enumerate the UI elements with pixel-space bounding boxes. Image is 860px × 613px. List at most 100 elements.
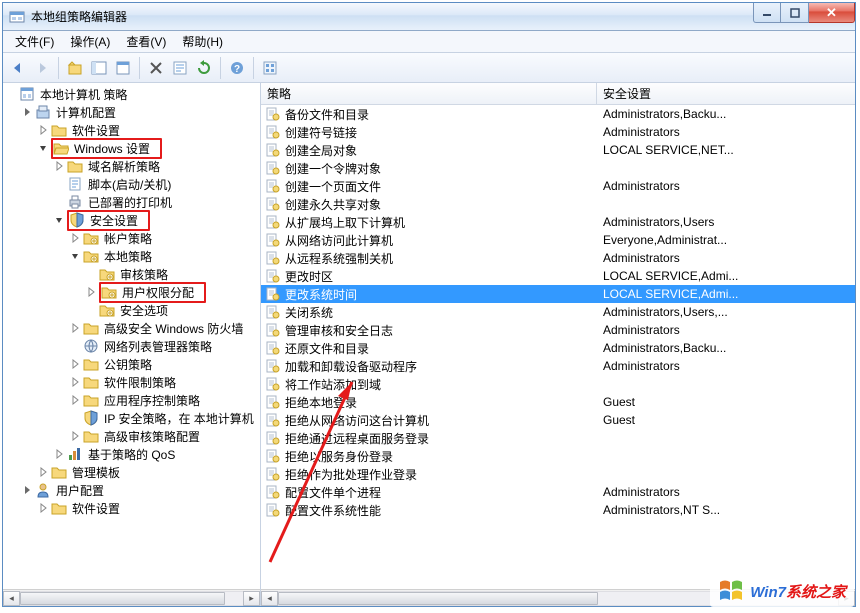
expander-icon[interactable] bbox=[69, 232, 81, 244]
node-label: 脚本(启动/关机) bbox=[86, 176, 173, 193]
back-button[interactable] bbox=[7, 57, 29, 79]
tree-node-user_rights[interactable]: 用户权限分配 bbox=[5, 283, 260, 301]
expander-icon[interactable] bbox=[69, 430, 81, 442]
tree-node-user_config[interactable]: 用户配置 bbox=[5, 481, 260, 499]
expander-icon[interactable] bbox=[37, 502, 49, 514]
refresh-button[interactable] bbox=[193, 57, 215, 79]
up-button[interactable] bbox=[64, 57, 86, 79]
expander-icon[interactable] bbox=[69, 358, 81, 370]
export-list-button[interactable] bbox=[112, 57, 134, 79]
menu-help[interactable]: 帮助(H) bbox=[174, 31, 231, 52]
scroll-left-arrow[interactable]: ◂ bbox=[261, 591, 278, 606]
title-bar[interactable]: 本地组策略编辑器 ✕ bbox=[3, 3, 855, 31]
expander-icon[interactable] bbox=[53, 160, 65, 172]
expander-icon[interactable] bbox=[69, 250, 81, 262]
tree-node-security[interactable]: 安全设置 bbox=[5, 211, 260, 229]
col-header-policy[interactable]: 策略 bbox=[261, 83, 597, 104]
policy-row[interactable]: 创建永久共享对象 bbox=[261, 195, 855, 213]
expander-icon[interactable] bbox=[53, 448, 65, 460]
policy-row[interactable]: 更改系统时间LOCAL SERVICE,Admi... bbox=[261, 285, 855, 303]
tree-node-windows_settings[interactable]: Windows 设置 bbox=[5, 139, 260, 157]
tree-node-netlist[interactable]: 网络列表管理器策略 bbox=[5, 337, 260, 355]
policy-row[interactable]: 创建一个页面文件Administrators bbox=[261, 177, 855, 195]
minimize-button[interactable] bbox=[753, 3, 781, 23]
tree-node-name_res[interactable]: 域名解析策略 bbox=[5, 157, 260, 175]
policy-row[interactable]: 创建全局对象LOCAL SERVICE,NET... bbox=[261, 141, 855, 159]
policy-row[interactable]: 拒绝作为批处理作业登录 bbox=[261, 465, 855, 483]
menu-view[interactable]: 查看(V) bbox=[118, 31, 174, 52]
policy-row[interactable]: 配置文件系统性能Administrators,NT S... bbox=[261, 501, 855, 519]
policy-label: 更改系统时间 bbox=[285, 286, 357, 303]
expander-icon[interactable] bbox=[37, 466, 49, 478]
policy-setting: Administrators,Backu... bbox=[597, 107, 855, 121]
policy-label: 更改时区 bbox=[285, 268, 333, 285]
tree-node-user_software[interactable]: 软件设置 bbox=[5, 499, 260, 517]
policy-row[interactable]: 从远程系统强制关机Administrators bbox=[261, 249, 855, 267]
scroll-left-arrow[interactable]: ◂ bbox=[3, 591, 20, 606]
policy-row[interactable]: 加载和卸载设备驱动程序Administrators bbox=[261, 357, 855, 375]
policy-row[interactable]: 备份文件和目录Administrators,Backu... bbox=[261, 105, 855, 123]
expander-icon[interactable] bbox=[21, 484, 33, 496]
forward-button[interactable] bbox=[31, 57, 53, 79]
expander-icon[interactable] bbox=[85, 286, 97, 298]
properties-button[interactable] bbox=[169, 57, 191, 79]
maximize-button[interactable] bbox=[781, 3, 809, 23]
policy-icon bbox=[265, 197, 281, 211]
list-body[interactable]: 备份文件和目录Administrators,Backu...创建符号链接Admi… bbox=[261, 105, 855, 589]
policy-row[interactable]: 关闭系统Administrators,Users,... bbox=[261, 303, 855, 321]
expander-icon[interactable] bbox=[69, 322, 81, 334]
tree-node-computer_config[interactable]: 计算机配置 bbox=[5, 103, 260, 121]
scroll-thumb[interactable] bbox=[20, 592, 225, 605]
policy-icon bbox=[265, 485, 281, 499]
expander-icon[interactable] bbox=[37, 142, 49, 154]
tree-node-adv_audit[interactable]: 高级审核策略配置 bbox=[5, 427, 260, 445]
scroll-right-arrow[interactable]: ▸ bbox=[243, 591, 260, 606]
menu-file[interactable]: 文件(F) bbox=[7, 31, 62, 52]
expander-icon[interactable] bbox=[53, 214, 65, 226]
help-button[interactable]: ? bbox=[226, 57, 248, 79]
action-button[interactable] bbox=[259, 57, 281, 79]
tree-node-ipsec[interactable]: IP 安全策略，在 本地计算机 bbox=[5, 409, 260, 427]
expander-icon[interactable] bbox=[69, 394, 81, 406]
policy-row[interactable]: 将工作站添加到域 bbox=[261, 375, 855, 393]
delete-button[interactable] bbox=[145, 57, 167, 79]
tree-node-software_restrict[interactable]: 软件限制策略 bbox=[5, 373, 260, 391]
tree-node-software_settings[interactable]: 软件设置 bbox=[5, 121, 260, 139]
policy-row[interactable]: 拒绝通过远程桌面服务登录 bbox=[261, 429, 855, 447]
left-hscrollbar[interactable]: ◂ ▸ bbox=[3, 589, 260, 606]
menu-action[interactable]: 操作(A) bbox=[62, 31, 118, 52]
show-hide-tree-button[interactable] bbox=[88, 57, 110, 79]
expander-icon[interactable] bbox=[21, 106, 33, 118]
tree-node-root[interactable]: 本地计算机 策略 bbox=[5, 85, 260, 103]
policy-row[interactable]: 从扩展坞上取下计算机Administrators,Users bbox=[261, 213, 855, 231]
close-button[interactable]: ✕ bbox=[809, 3, 855, 23]
tree-node-audit_policy[interactable]: 审核策略 bbox=[5, 265, 260, 283]
expander-icon[interactable] bbox=[37, 124, 49, 136]
tree-node-security_options[interactable]: 安全选项 bbox=[5, 301, 260, 319]
policy-row[interactable]: 从网络访问此计算机Everyone,Administrat... bbox=[261, 231, 855, 249]
scroll-thumb[interactable] bbox=[278, 592, 598, 605]
col-header-setting[interactable]: 安全设置 bbox=[597, 83, 855, 104]
tree-node-admin_templates[interactable]: 管理模板 bbox=[5, 463, 260, 481]
policy-row[interactable]: 更改时区LOCAL SERVICE,Admi... bbox=[261, 267, 855, 285]
tree-view[interactable]: 本地计算机 策略计算机配置软件设置Windows 设置域名解析策略脚本(启动/关… bbox=[3, 83, 260, 589]
policy-row[interactable]: 创建一个令牌对象 bbox=[261, 159, 855, 177]
tree-node-adv_firewall[interactable]: 高级安全 Windows 防火墙 bbox=[5, 319, 260, 337]
tree-node-qos[interactable]: 基于策略的 QoS bbox=[5, 445, 260, 463]
policy-row[interactable]: 还原文件和目录Administrators,Backu... bbox=[261, 339, 855, 357]
policy-row[interactable]: 配置文件单个进程Administrators bbox=[261, 483, 855, 501]
policy-row[interactable]: 拒绝本地登录Guest bbox=[261, 393, 855, 411]
node-label: 安全设置 bbox=[88, 212, 144, 229]
policy-label: 还原文件和目录 bbox=[285, 340, 369, 357]
tree-node-account_policy[interactable]: 帐户策略 bbox=[5, 229, 260, 247]
policy-row[interactable]: 创建符号链接Administrators bbox=[261, 123, 855, 141]
expander-icon[interactable] bbox=[69, 376, 81, 388]
policy-row[interactable]: 管理审核和安全日志Administrators bbox=[261, 321, 855, 339]
tree-node-app_control[interactable]: 应用程序控制策略 bbox=[5, 391, 260, 409]
tree-node-local_policy[interactable]: 本地策略 bbox=[5, 247, 260, 265]
policy-row[interactable]: 拒绝以服务身份登录 bbox=[261, 447, 855, 465]
tree-node-printers[interactable]: 已部署的打印机 bbox=[5, 193, 260, 211]
tree-node-pubkey[interactable]: 公钥策略 bbox=[5, 355, 260, 373]
tree-node-scripts[interactable]: 脚本(启动/关机) bbox=[5, 175, 260, 193]
policy-row[interactable]: 拒绝从网络访问这台计算机Guest bbox=[261, 411, 855, 429]
